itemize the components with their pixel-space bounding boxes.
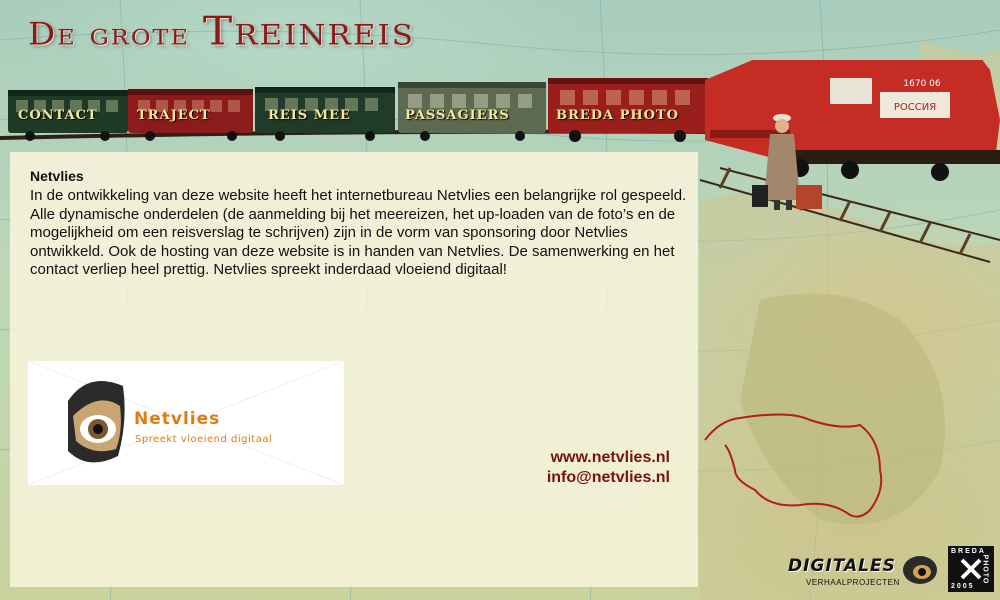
nav-traject[interactable]: TRAJECT (137, 105, 211, 127)
email-link[interactable]: info@netvlies.nl (547, 468, 670, 488)
locomotive: РОССИЯ 1670 06 (705, 30, 1000, 181)
website-link[interactable]: www.netvlies.nl (547, 448, 670, 468)
site-title-right: Treinreis (202, 8, 416, 55)
netvlies-logo[interactable]: Netvlies Spreekt vloeiend digitaal (28, 361, 344, 485)
digitales-subtitle: VERHAALPROJECTEN (806, 578, 900, 587)
breda-photo-badge[interactable]: BREDA PHOTO 2005 (948, 546, 994, 592)
x-mark-icon (960, 558, 982, 580)
content-panel: Netvlies In de ontwikkeling van deze web… (10, 152, 698, 587)
contact-links: www.netvlies.nl info@netvlies.nl (547, 448, 670, 488)
content-heading: Netvlies (30, 168, 84, 184)
digitales-logo[interactable]: DIGITALES (788, 556, 896, 576)
site-title-left: De grote (28, 16, 191, 53)
locomotive-number: 1670 06 (903, 79, 940, 89)
netvlies-logo-name: Netvlies (134, 409, 221, 429)
site-title: De grote Treinreis (28, 9, 415, 55)
netvlies-logo-slogan: Spreekt vloeiend digitaal (135, 434, 273, 445)
nav-passagiers[interactable]: PASSAGIERS (405, 105, 510, 127)
eye-badge-icon (903, 556, 937, 584)
nav-contact[interactable]: CONTACT (18, 105, 98, 127)
content-body: In de ontwikkeling van deze website heef… (30, 187, 687, 278)
nav-breda-photo[interactable]: BREDA PHOTO (556, 105, 679, 127)
locomotive-sign: РОССИЯ (894, 102, 936, 113)
nav-reis-mee[interactable]: REIS MEE (268, 105, 351, 127)
